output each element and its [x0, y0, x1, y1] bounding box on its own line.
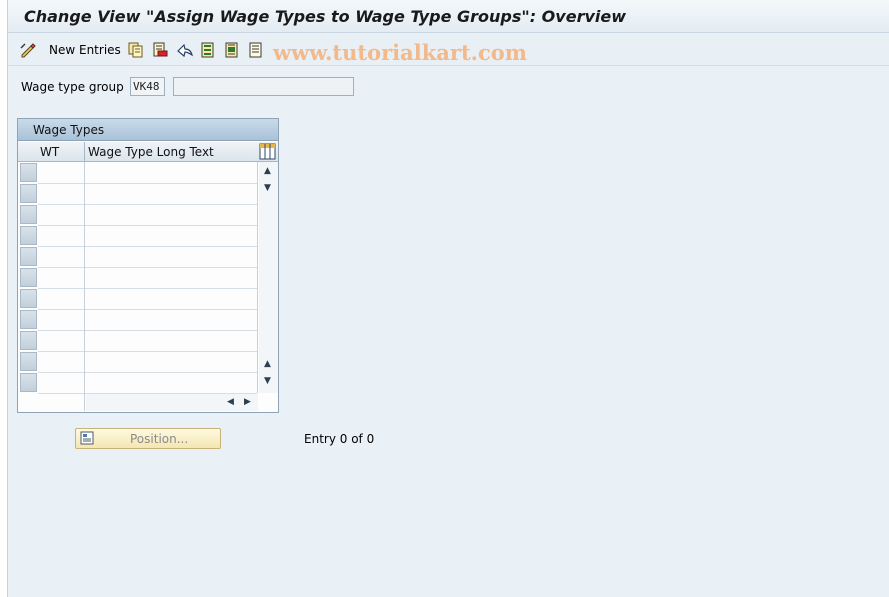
scroll-up-icon[interactable]: ▲	[264, 167, 271, 176]
vertical-scrollbar[interactable]: ▲ ▼ ▲ ▼	[259, 162, 278, 393]
change-icon	[20, 43, 36, 58]
deselect-all-icon	[249, 42, 262, 58]
table-row-separator	[38, 372, 257, 373]
table-title: Wage Types	[18, 119, 278, 141]
row-selector[interactable]	[20, 184, 37, 203]
table-row-separator	[38, 351, 257, 352]
table-row-separator	[38, 309, 257, 310]
scroll-page-down-icon[interactable]: ▼	[264, 377, 271, 386]
row-selector[interactable]	[20, 268, 37, 287]
horizontal-scrollbar[interactable]: ◀ ▶	[86, 394, 258, 411]
table-row-separator	[38, 183, 257, 184]
row-selector[interactable]	[20, 331, 37, 350]
scroll-left-icon[interactable]: ◀	[227, 398, 234, 407]
select-all-button[interactable]	[200, 42, 216, 58]
scroll-down-icon[interactable]: ▼	[264, 184, 271, 193]
row-selector[interactable]	[20, 310, 37, 329]
change-display-button[interactable]	[20, 42, 37, 58]
copy-as-button[interactable]	[128, 42, 144, 58]
table-row-separator	[38, 288, 257, 289]
position-icon	[80, 431, 94, 445]
table-settings-icon[interactable]	[259, 143, 276, 160]
table-row-separator	[38, 246, 257, 247]
table-row-separator	[38, 204, 257, 205]
title-bar: Change View "Assign Wage Types to Wage T…	[8, 0, 889, 33]
wage-type-group-label: Wage type group	[21, 80, 124, 94]
row-selector[interactable]	[20, 205, 37, 224]
deselect-all-button[interactable]	[248, 42, 264, 58]
select-all-icon	[201, 42, 214, 58]
row-selector-column	[18, 162, 38, 393]
table-header: WT Wage Type Long Text	[18, 142, 278, 162]
undo-change-button[interactable]	[176, 42, 194, 58]
select-block-button[interactable]	[224, 42, 240, 58]
scroll-right-icon[interactable]: ▶	[244, 398, 251, 407]
table-row-separator	[38, 330, 257, 331]
row-selector[interactable]	[20, 373, 37, 392]
select-all-rows-cell[interactable]	[20, 143, 37, 160]
main-window: Change View "Assign Wage Types to Wage T…	[7, 0, 889, 597]
row-selector[interactable]	[20, 352, 37, 371]
position-button[interactable]: Position...	[75, 428, 221, 449]
entry-counter: Entry 0 of 0	[304, 432, 375, 446]
copy-icon	[128, 42, 143, 58]
page-title: Change View "Assign Wage Types to Wage T…	[24, 7, 626, 26]
table-row-separator	[38, 225, 257, 226]
row-selector[interactable]	[20, 226, 37, 245]
watermark: www.tutorialkart.com	[273, 40, 527, 65]
wage-type-group-field: VK48	[130, 77, 165, 96]
delete-icon	[153, 42, 168, 57]
column-header-long-text[interactable]: Wage Type Long Text	[88, 145, 214, 159]
wage-types-table: Wage Types WT Wage Type Long Text ▲ ▼ ▲ …	[17, 118, 279, 413]
select-block-icon	[225, 42, 238, 58]
table-row-separator	[38, 267, 257, 268]
scroll-page-up-icon[interactable]: ▲	[264, 360, 271, 369]
row-selector[interactable]	[20, 289, 37, 308]
row-selector[interactable]	[20, 247, 37, 266]
new-entries-button[interactable]: New Entries	[49, 42, 121, 58]
wage-type-group-description	[173, 77, 354, 96]
row-selector[interactable]	[20, 163, 37, 182]
undo-icon	[177, 43, 193, 58]
delete-button[interactable]	[152, 42, 168, 58]
position-button-label: Position...	[130, 432, 189, 446]
new-entries-label: New Entries	[49, 43, 121, 57]
column-header-wt[interactable]: WT	[40, 145, 59, 159]
